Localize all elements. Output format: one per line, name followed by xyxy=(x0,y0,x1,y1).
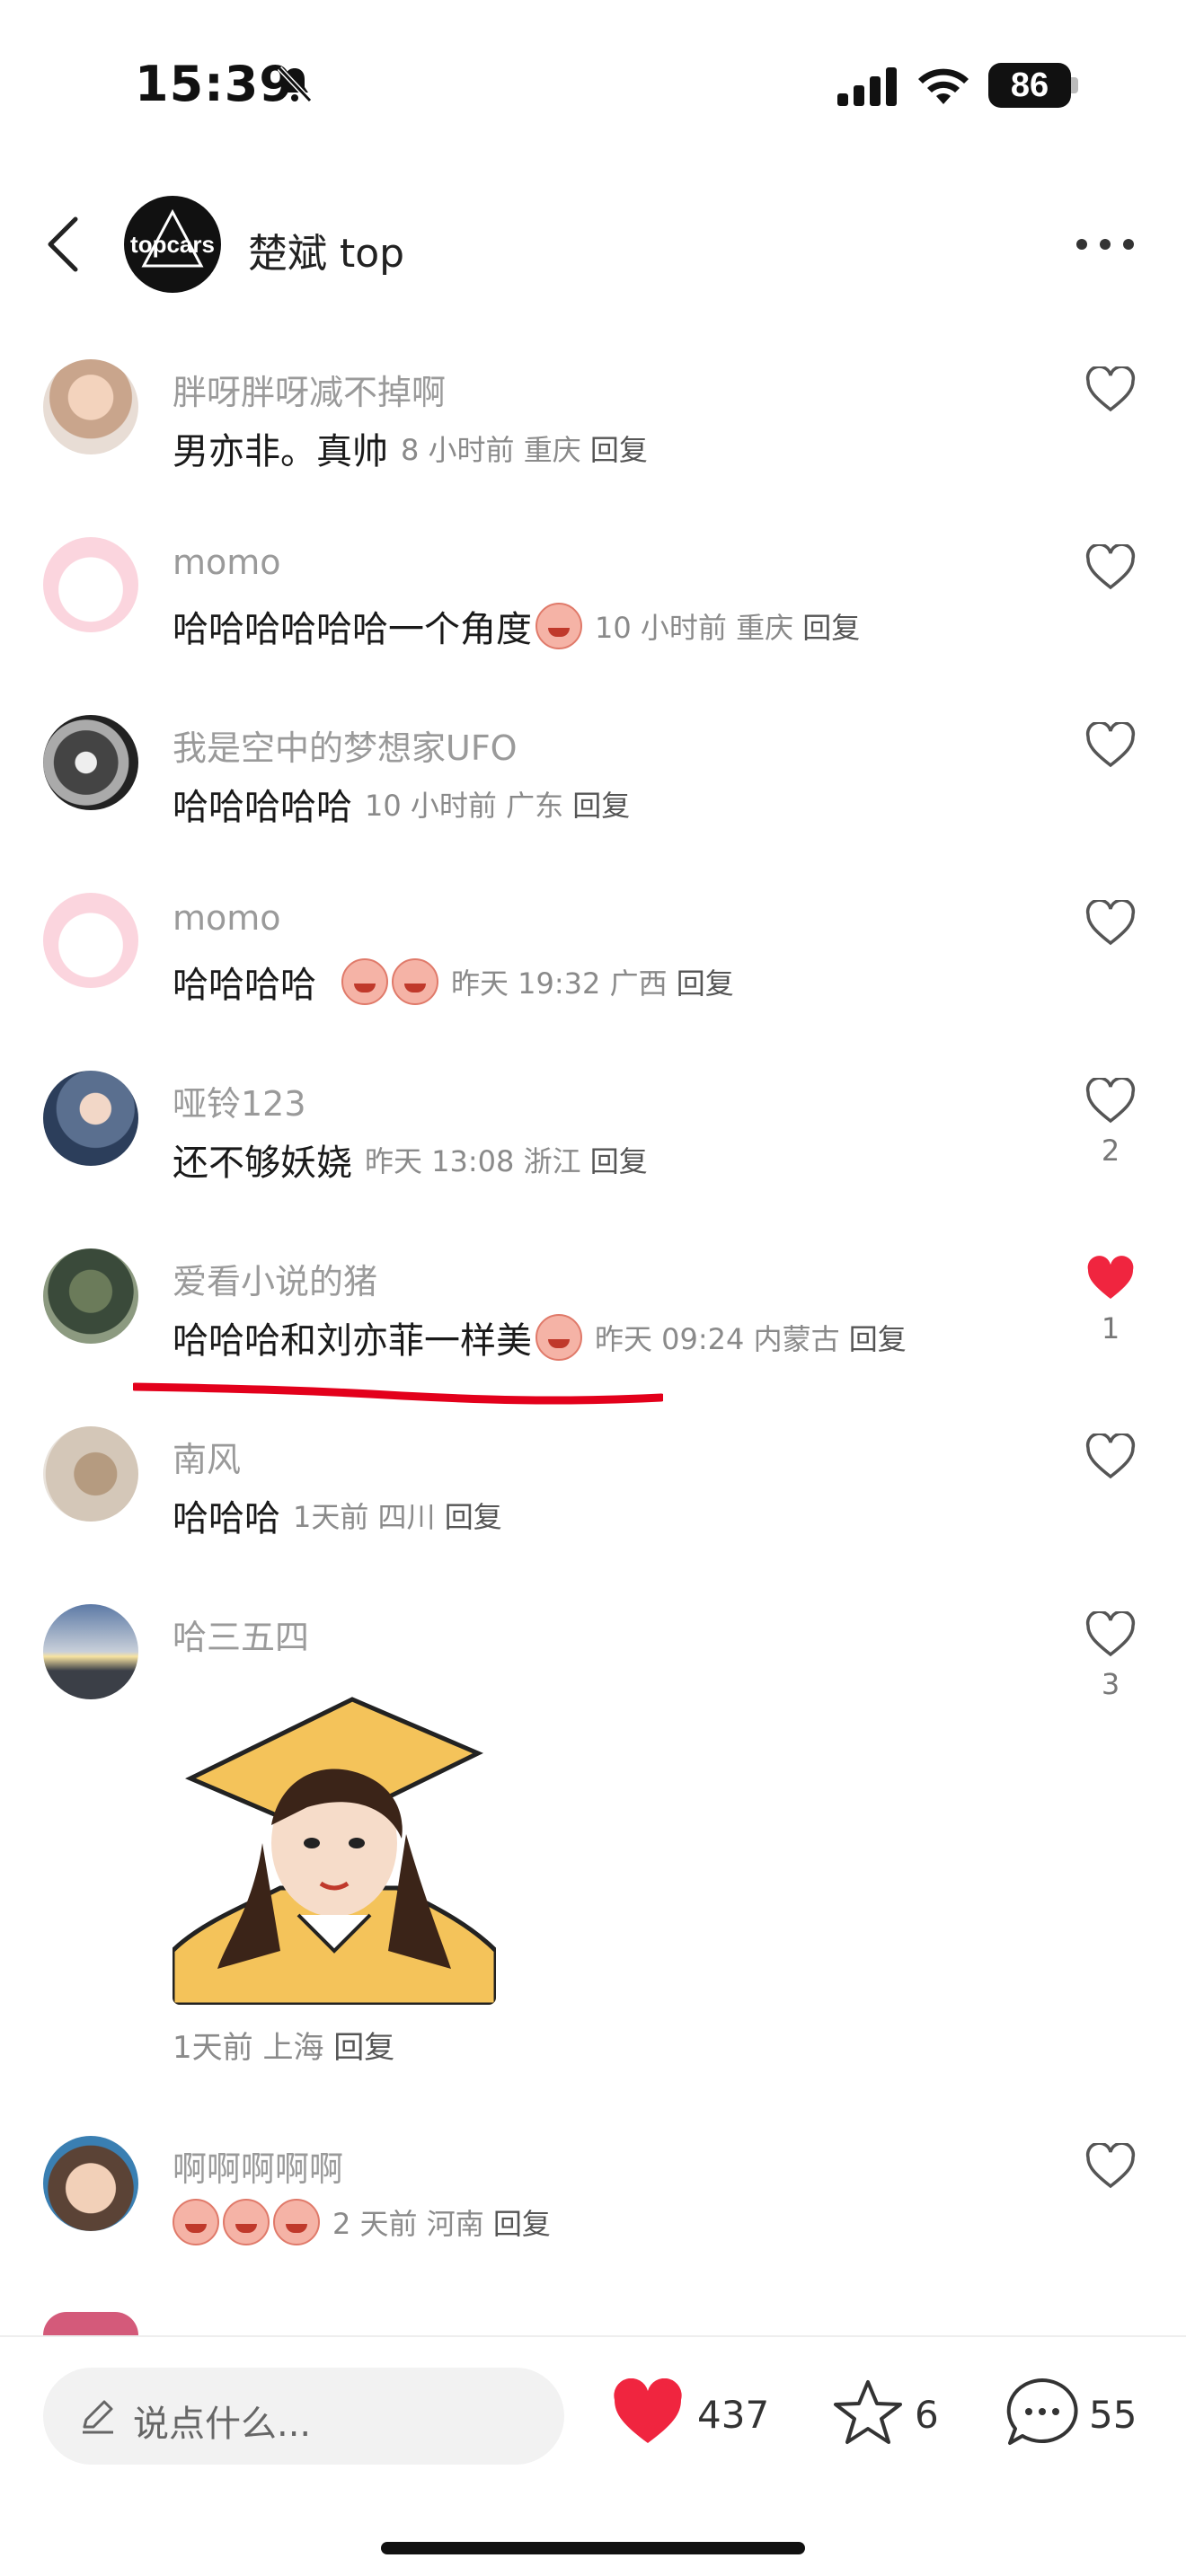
comment-meta: 2 天前 河南 回复 xyxy=(332,2207,551,2241)
favorite-count: 6 xyxy=(915,2393,939,2437)
author-avatar[interactable]: topcars xyxy=(124,196,221,293)
heart-icon[interactable] xyxy=(1085,900,1136,947)
battery-indicator: 86 xyxy=(988,63,1071,108)
comment-text: 哈哈哈哈 昨天 19:32 广西 回复 xyxy=(173,956,734,1008)
comment-body: 哈哈哈和刘亦菲一样美 xyxy=(173,1320,532,1362)
wifi-icon xyxy=(918,68,969,104)
like-count: 2 xyxy=(1101,1134,1120,1168)
like-count: 437 xyxy=(697,2393,770,2437)
crying-laugh-emoji-icon xyxy=(341,958,388,1005)
comment-count: 55 xyxy=(1089,2393,1137,2437)
comment-meta: 昨天 13:08 浙江 回复 xyxy=(365,1144,648,1178)
comment-body: 男亦非。真帅 xyxy=(173,431,388,472)
avatar[interactable] xyxy=(43,537,138,632)
comment-text: 哈哈哈哈哈哈一个角度 10 小时前 重庆 回复 xyxy=(173,600,860,652)
comment-username[interactable]: 我是空中的梦想家UFO xyxy=(173,720,518,770)
comment-meta: 10 小时前 广东 回复 xyxy=(365,789,631,823)
pencil-icon xyxy=(83,2400,113,2434)
cellular-signal-icon xyxy=(837,67,897,106)
laughing-emoji-icon xyxy=(392,958,438,1005)
comment-text: 哈哈哈 1天前 四川 回复 xyxy=(173,1489,502,1541)
comment-username[interactable]: 南风 xyxy=(173,1432,241,1481)
crying-laugh-emoji-icon xyxy=(223,2199,270,2245)
heart-icon[interactable] xyxy=(1085,544,1136,591)
comment-text: 哈哈哈和刘亦菲一样美 昨天 09:24 内蒙古 回复 xyxy=(173,1311,907,1363)
comment-body: 哈哈哈哈哈 xyxy=(173,787,352,828)
comment-text: 哈哈哈哈哈 10 小时前 广东 回复 xyxy=(173,778,630,830)
like-count: 1 xyxy=(1101,1311,1120,1345)
red-underline-annotation xyxy=(133,1382,663,1405)
silent-bell-icon xyxy=(277,66,313,103)
comment-username[interactable]: 哈三五四 xyxy=(173,1610,309,1659)
comment-input-placeholder[interactable]: 说点什么... xyxy=(133,2395,311,2447)
comment-body: 哈哈哈 xyxy=(173,1498,280,1539)
reply-button[interactable]: 回复 xyxy=(493,2207,551,2241)
avatar[interactable] xyxy=(43,1604,138,1699)
comment-meta: 昨天 19:32 广西 回复 xyxy=(451,966,734,1001)
heart-icon[interactable] xyxy=(1085,1611,1136,1658)
avatar[interactable] xyxy=(43,715,138,810)
avatar[interactable] xyxy=(43,2136,138,2231)
bottom-divider xyxy=(0,2335,1186,2337)
comment-username[interactable]: momo xyxy=(173,898,281,938)
comment-meta: 昨天 09:24 内蒙古 回复 xyxy=(595,1322,907,1356)
heart-icon[interactable] xyxy=(1085,722,1136,769)
comment-username[interactable]: 哑铃123 xyxy=(173,1076,306,1125)
like-count: 3 xyxy=(1101,1667,1120,1701)
comment-text: 男亦非。真帅 8 小时前 重庆 回复 xyxy=(173,422,648,474)
crying-laugh-emoji-icon xyxy=(173,2199,219,2245)
crying-laugh-emoji-icon xyxy=(273,2199,320,2245)
comment-meta: 1天前 四川 回复 xyxy=(293,1500,502,1534)
avatar[interactable] xyxy=(43,359,138,454)
reply-button[interactable]: 回复 xyxy=(849,1322,907,1356)
battery-tip xyxy=(1071,77,1078,93)
comment-text: 还不够妖娆 昨天 13:08 浙江 回复 xyxy=(173,1134,648,1186)
reply-button[interactable]: 回复 xyxy=(590,1144,648,1178)
heart-icon[interactable] xyxy=(1085,1434,1136,1480)
comment-meta: 10 小时前 重庆 回复 xyxy=(595,611,861,645)
heart-icon[interactable] xyxy=(1085,366,1136,413)
comment-username[interactable]: 啊啊啊啊啊 xyxy=(173,2141,343,2191)
home-indicator[interactable] xyxy=(381,2542,805,2554)
logo-text: topcars xyxy=(130,230,215,258)
comment-meta: 8 小时前 重庆 回复 xyxy=(401,433,648,467)
comment-meta: 1天前 上海 回复 xyxy=(173,2030,395,2066)
reply-button[interactable]: 回复 xyxy=(572,789,630,823)
comment-body: 哈哈哈哈 xyxy=(173,965,316,1006)
reply-button[interactable]: 回复 xyxy=(802,611,860,645)
avatar[interactable] xyxy=(43,2312,138,2335)
status-time: 15:39 xyxy=(135,56,294,112)
author-name[interactable]: 楚斌 top xyxy=(248,221,404,278)
reply-button[interactable]: 回复 xyxy=(445,1500,502,1534)
comment-body: 哈哈哈哈哈哈一个角度 xyxy=(173,609,532,650)
reply-button[interactable]: 回复 xyxy=(677,966,734,1001)
heart-filled-icon[interactable] xyxy=(611,2378,685,2447)
graduation-meme-image[interactable] xyxy=(173,1681,496,2005)
reply-button[interactable]: 回复 xyxy=(333,2030,394,2066)
back-arrow-icon[interactable] xyxy=(45,216,81,273)
comment-body: 还不够妖娆 xyxy=(173,1142,352,1184)
comment-text: 2 天前 河南 回复 xyxy=(173,2199,551,2245)
laughing-emoji-icon xyxy=(535,1314,582,1361)
heart-icon[interactable] xyxy=(1085,2143,1136,2190)
more-options-icon[interactable] xyxy=(1075,235,1136,253)
avatar[interactable] xyxy=(43,1426,138,1522)
reply-button[interactable]: 回复 xyxy=(590,433,648,467)
comment-username[interactable]: momo xyxy=(173,543,281,582)
avatar[interactable] xyxy=(43,1071,138,1166)
heart-filled-icon[interactable] xyxy=(1085,1256,1136,1302)
star-icon[interactable] xyxy=(832,2378,904,2447)
avatar[interactable] xyxy=(43,1248,138,1344)
comment-bubble-icon[interactable] xyxy=(1005,2377,1080,2448)
laughing-emoji-icon xyxy=(535,603,582,649)
comment-username[interactable]: 爱看小说的猪 xyxy=(173,1254,377,1303)
comment-username[interactable]: 胖呀胖呀减不掉啊 xyxy=(173,365,446,414)
avatar[interactable] xyxy=(43,893,138,988)
heart-icon[interactable] xyxy=(1085,1078,1136,1125)
